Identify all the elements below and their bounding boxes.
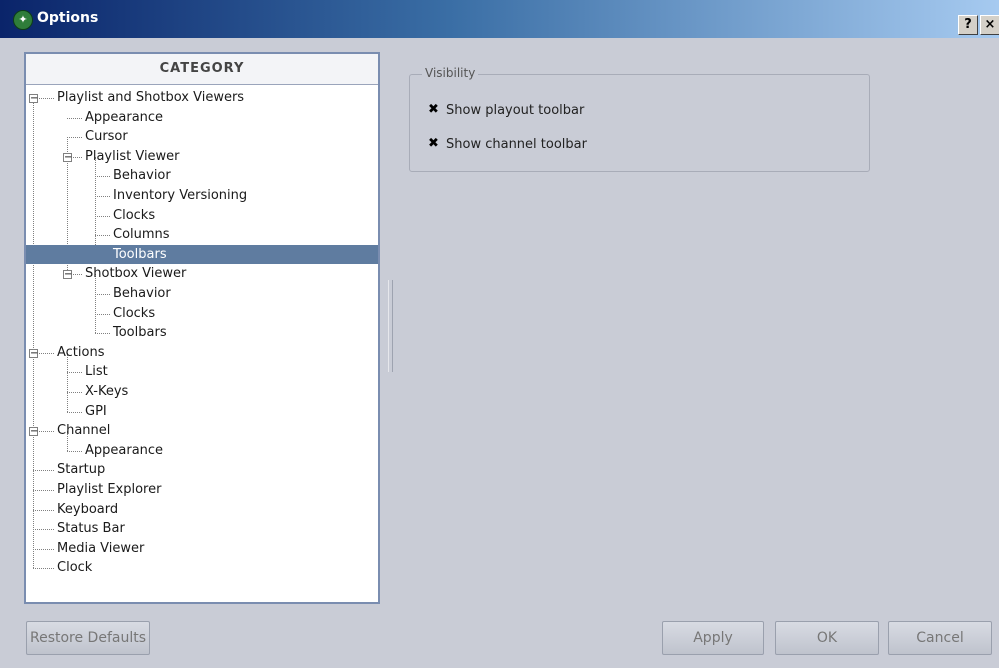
show-channel-toolbar-option[interactable]: ✖ Show channel toolbar — [427, 136, 587, 154]
tree-item[interactable]: Playlist Explorer — [57, 480, 161, 499]
close-button[interactable]: × — [980, 15, 999, 35]
tree-item[interactable]: Appearance — [85, 441, 163, 460]
tree-item[interactable]: Toolbars — [26, 244, 378, 264]
collapse-icon[interactable]: − — [29, 348, 38, 358]
tree-connector-line — [67, 450, 82, 452]
collapse-icon[interactable]: − — [63, 270, 72, 280]
title-bar[interactable]: ✦ Options ? × — [0, 0, 999, 38]
collapse-icon[interactable]: − — [63, 152, 72, 162]
tree-item[interactable]: Columns — [113, 225, 170, 244]
tree-item[interactable]: Playlist and Shotbox Viewers — [57, 88, 244, 107]
tree-item[interactable]: Toolbars — [113, 323, 167, 342]
tree-item[interactable]: Startup — [57, 460, 105, 479]
tree-item[interactable]: Media Viewer — [57, 539, 144, 558]
cancel-button[interactable]: Cancel — [888, 621, 992, 655]
help-button[interactable]: ? — [958, 15, 978, 35]
tree-item[interactable]: Behavior — [113, 166, 171, 185]
collapse-icon[interactable]: − — [29, 94, 38, 104]
show-playout-toolbar-option[interactable]: ✖ Show playout toolbar — [427, 102, 584, 120]
tree-item[interactable]: List — [85, 362, 108, 381]
window-title: Options — [37, 10, 99, 26]
tree-connector-line — [33, 568, 54, 570]
checkbox-checked-icon[interactable]: ✖ — [427, 137, 440, 150]
tree-item[interactable]: Inventory Versioning — [113, 186, 247, 205]
tree-connector-line — [95, 176, 110, 178]
app-logo-icon: ✦ — [13, 10, 33, 30]
category-header: CATEGORY — [26, 54, 378, 85]
tree-connector-line — [95, 294, 110, 295]
tree-connector-line — [33, 98, 34, 569]
tree-connector-line — [33, 509, 54, 511]
tree-connector-line — [67, 372, 82, 374]
tree-item[interactable]: GPI — [85, 402, 107, 421]
ok-button[interactable]: OK — [775, 621, 879, 655]
tree-connector-line — [33, 490, 54, 491]
tree-connector-line — [95, 235, 110, 237]
tree-connector-line — [33, 470, 54, 472]
collapse-icon[interactable]: − — [29, 427, 38, 437]
tree-item[interactable]: Clock — [57, 558, 92, 577]
tree-connector-line — [95, 333, 110, 335]
tree-item[interactable]: Status Bar — [57, 519, 125, 538]
tree-item[interactable]: Clocks — [113, 206, 155, 225]
visibility-group — [409, 74, 870, 172]
tree-connector-line — [95, 156, 96, 255]
tree-item[interactable]: Channel — [57, 421, 110, 440]
tree-item[interactable]: Appearance — [85, 108, 163, 127]
tree-connector-line — [67, 392, 82, 393]
visibility-legend: Visibility — [422, 66, 479, 80]
tree-item[interactable]: Behavior — [113, 284, 171, 303]
tree-item[interactable]: Clocks — [113, 304, 155, 323]
checkbox-label: Show channel toolbar — [446, 137, 587, 152]
category-tree[interactable]: − Playlist and Shotbox Viewers Appearance C… — [26, 85, 378, 605]
apply-button[interactable]: Apply — [662, 621, 764, 655]
tree-connector-line — [67, 137, 82, 139]
tree-item[interactable]: Shotbox Viewer — [85, 264, 186, 283]
tree-connector-line — [95, 313, 110, 315]
splitter-handle[interactable] — [388, 280, 393, 372]
tree-connector-line — [67, 117, 82, 119]
tree-item[interactable]: Playlist Viewer — [85, 147, 180, 166]
tree-item[interactable]: X-Keys — [85, 382, 128, 401]
tree-item[interactable]: Actions — [57, 343, 105, 362]
tree-item[interactable]: Keyboard — [57, 500, 118, 519]
checkbox-checked-icon[interactable]: ✖ — [427, 103, 440, 116]
checkbox-label: Show playout toolbar — [446, 103, 585, 118]
category-panel: CATEGORY − Playlist and Shotbox Viewers Ap… — [24, 52, 380, 604]
tree-connector-line — [67, 411, 82, 413]
restore-defaults-button[interactable]: Restore Defaults — [26, 621, 150, 655]
tree-item[interactable]: Cursor — [85, 127, 128, 146]
tree-connector-line — [95, 196, 110, 197]
tree-connector-line — [95, 215, 110, 217]
tree-connector-line — [33, 548, 54, 550]
tree-connector-line — [33, 529, 54, 531]
